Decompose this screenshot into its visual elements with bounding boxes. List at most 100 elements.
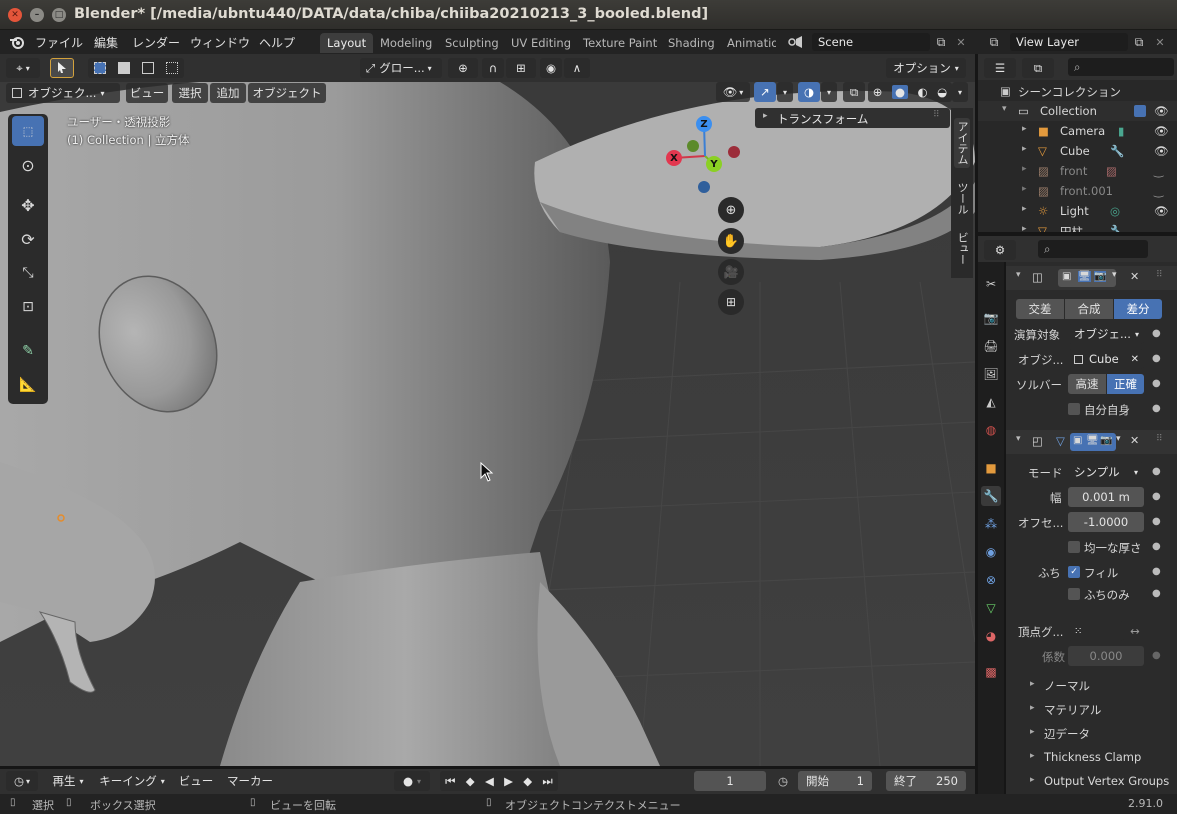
eye-icon[interactable]: 👁 bbox=[1154, 124, 1169, 138]
jump-end-icon[interactable]: ⏭ bbox=[542, 774, 552, 789]
pivot-point-dropdown[interactable]: ⊕ bbox=[448, 58, 478, 78]
keyframe-dot-icon[interactable]: ● bbox=[1152, 491, 1161, 502]
chevron-down-icon[interactable]: ▾ bbox=[1112, 270, 1117, 280]
drag-handle-icon[interactable]: ⠿ bbox=[1156, 270, 1163, 280]
scene-name-field[interactable]: Scene bbox=[812, 33, 930, 51]
editor-type-button[interactable]: ⌖ ▾ bbox=[6, 58, 40, 78]
select-box-tool[interactable]: ⬚ bbox=[12, 116, 44, 146]
eye-icon[interactable]: 👁 bbox=[1154, 104, 1169, 118]
play-reverse-icon[interactable]: ◀ bbox=[485, 774, 494, 788]
scene-collection-row[interactable]: ▣ シーンコレクション bbox=[978, 81, 1177, 101]
play-icon[interactable]: ▶ bbox=[504, 774, 513, 788]
scene-tab-icon[interactable]: ◭ bbox=[981, 392, 1001, 412]
editmode-toggle-icon[interactable]: ▣ bbox=[1062, 271, 1071, 282]
end-frame-field[interactable]: 終了 250 bbox=[886, 771, 966, 791]
exclude-checkbox[interactable] bbox=[1134, 105, 1146, 117]
keyframe-dot-icon[interactable]: ● bbox=[1152, 378, 1161, 389]
cursor-tool[interactable]: ⊙ bbox=[12, 150, 44, 180]
render-tab-icon[interactable]: 📷 bbox=[981, 308, 1001, 328]
boolean-union-button[interactable]: 合成 bbox=[1065, 299, 1113, 319]
overlay-toggle[interactable]: ◑ bbox=[798, 82, 820, 102]
outliner-row-cylinder[interactable]: ▸ ▽ 円柱 🔧 bbox=[978, 221, 1177, 232]
start-frame-field[interactable]: 開始 1 bbox=[798, 771, 872, 791]
keying-menu[interactable]: キーイング ▾ bbox=[94, 771, 170, 791]
3d-viewport[interactable]: ユーザー・透視投影 (1) Collection | 立方体 X Y Z ⊕ ✋… bbox=[0, 82, 975, 766]
outliner-row-light[interactable]: ▸ ☼ Light ◎ 👁 bbox=[978, 201, 1177, 221]
shading-dropdown[interactable]: ▾ bbox=[952, 82, 968, 102]
properties-editor-type[interactable]: ⚙ bbox=[984, 240, 1016, 260]
keyframe-dot-icon[interactable]: ● bbox=[1152, 353, 1161, 364]
measure-tool[interactable]: 📐 bbox=[12, 370, 44, 400]
axis-neg-z-dot[interactable] bbox=[698, 181, 710, 193]
outliner-row-camera[interactable]: ▸ ■ Camera ▮ 👁 bbox=[978, 121, 1177, 141]
select-new-icon[interactable] bbox=[94, 62, 106, 74]
expand-arrow-icon[interactable]: ▸ bbox=[1022, 164, 1027, 174]
menu-window[interactable]: ウィンドウ bbox=[190, 34, 250, 51]
expand-arrow-icon[interactable]: ▸ bbox=[1022, 184, 1027, 194]
expand-arrow-icon[interactable]: ▸ bbox=[1022, 204, 1027, 214]
jump-start-icon[interactable]: ⏮ bbox=[445, 774, 455, 789]
view-layer-field[interactable]: View Layer bbox=[1010, 33, 1128, 51]
render-toggle-icon[interactable]: 📷 bbox=[1094, 271, 1107, 282]
modifier-tab-icon[interactable]: 🔧 bbox=[981, 486, 1001, 506]
menu-view[interactable]: ビュー bbox=[126, 83, 168, 103]
subpanel-materials[interactable]: ▸ マテリアル bbox=[1006, 698, 1177, 722]
zoom-view-button[interactable]: ⊕ bbox=[718, 197, 744, 223]
subpanel-normals[interactable]: ▸ ノーマル bbox=[1006, 674, 1177, 698]
tab-tool[interactable]: ツール bbox=[954, 178, 970, 218]
menu-object[interactable]: オブジェクト bbox=[248, 83, 326, 103]
new-view-layer-icon[interactable]: ⧉ bbox=[1130, 33, 1148, 51]
snap-target-dropdown[interactable]: ⊞ bbox=[506, 58, 536, 78]
only-rim-checkbox[interactable] bbox=[1068, 588, 1080, 600]
preview-range-icon[interactable]: ◷ bbox=[772, 771, 794, 791]
next-keyframe-icon[interactable]: ◆ bbox=[523, 774, 532, 788]
prev-keyframe-icon[interactable]: ◆ bbox=[466, 774, 475, 788]
outliner-row-cube[interactable]: ▸ ▽ Cube 🔧 👁 bbox=[978, 141, 1177, 161]
expand-arrow-icon[interactable]: ▾ bbox=[1002, 104, 1007, 114]
solidify-mode-dropdown[interactable]: シンプル ▾ bbox=[1068, 462, 1144, 482]
menu-edit[interactable]: 編集 bbox=[94, 34, 118, 51]
marker-menu[interactable]: マーカー bbox=[222, 771, 278, 791]
outliner-row-front-001[interactable]: ▸ ▨ front.001 ‿ bbox=[978, 181, 1177, 201]
subpanel-output-vertex-groups[interactable]: ▸ Output Vertex Groups bbox=[1006, 770, 1177, 794]
solidify-modifier-header[interactable]: ▾ ◰ ▽ ▣ 🖥 📷 ▾ ✕ ⠿ bbox=[1006, 430, 1177, 454]
rotate-tool[interactable]: ⟳ bbox=[12, 224, 44, 254]
keyframe-dot-icon[interactable]: ● bbox=[1152, 588, 1161, 599]
render-toggle-icon[interactable]: 📷 bbox=[1100, 435, 1112, 446]
keyframe-dot-icon[interactable]: ● bbox=[1152, 466, 1161, 477]
window-minimize-button[interactable]: – bbox=[30, 8, 44, 22]
selection-mode-group[interactable] bbox=[88, 58, 184, 78]
editmode-toggle-icon[interactable]: ▣ bbox=[1073, 435, 1082, 446]
axis-y-dot[interactable]: Y bbox=[706, 156, 722, 172]
material-shading-icon[interactable]: ◐ bbox=[918, 85, 928, 99]
window-close-button[interactable]: ✕ bbox=[8, 8, 22, 22]
shading-mode-group[interactable]: ⊕ ● ◐ ◒ bbox=[868, 82, 952, 102]
tab-uv-editing[interactable]: UV Editing bbox=[504, 33, 578, 53]
offset-field[interactable]: -1.0000 bbox=[1068, 512, 1144, 532]
new-scene-icon[interactable]: ⧉ bbox=[932, 33, 950, 51]
tab-animation[interactable]: Animatio bbox=[720, 33, 776, 53]
keyframe-dot-icon[interactable]: ● bbox=[1152, 650, 1161, 661]
collapse-arrow-icon[interactable]: ▾ bbox=[1016, 270, 1021, 280]
drag-handle-icon[interactable]: ⠿ bbox=[1156, 434, 1163, 444]
tab-texture-paint[interactable]: Texture Paint bbox=[576, 33, 664, 53]
factor-field[interactable]: 0.000 bbox=[1068, 646, 1144, 666]
gizmo-toggle[interactable]: ↗ bbox=[754, 82, 776, 102]
eye-icon[interactable]: 👁 bbox=[1154, 204, 1169, 218]
transform-tool[interactable]: ⊡ bbox=[12, 292, 44, 322]
eye-closed-icon[interactable]: ‿ bbox=[1154, 184, 1163, 198]
scale-tool[interactable]: ⤡ bbox=[12, 258, 44, 288]
select-intersect-icon[interactable] bbox=[166, 62, 178, 74]
texture-tab-icon[interactable]: ▩ bbox=[981, 662, 1001, 682]
vertex-group-field[interactable]: ⁙ bbox=[1068, 621, 1124, 641]
select-extend-icon[interactable] bbox=[118, 62, 130, 74]
timeline-view-menu[interactable]: ビュー bbox=[174, 771, 218, 791]
outliner-row-collection[interactable]: ▾ ▭ Collection 👁 bbox=[978, 101, 1177, 121]
wireframe-shading-icon[interactable]: ⊕ bbox=[873, 85, 883, 99]
ortho-toggle-button[interactable]: ⊞ bbox=[718, 289, 744, 315]
tool-settings-tab-icon[interactable]: ✂ bbox=[981, 274, 1001, 294]
boolean-modifier-header[interactable]: ▾ ◫ ▣ 🖥 📷 ▾ ✕ ⠿ bbox=[1006, 266, 1177, 290]
display-mode-dropdown[interactable]: ⧉ bbox=[1022, 58, 1054, 78]
chevron-down-icon[interactable]: ▾ bbox=[1116, 434, 1121, 444]
on-cage-icon[interactable]: ▽ bbox=[1056, 434, 1065, 448]
